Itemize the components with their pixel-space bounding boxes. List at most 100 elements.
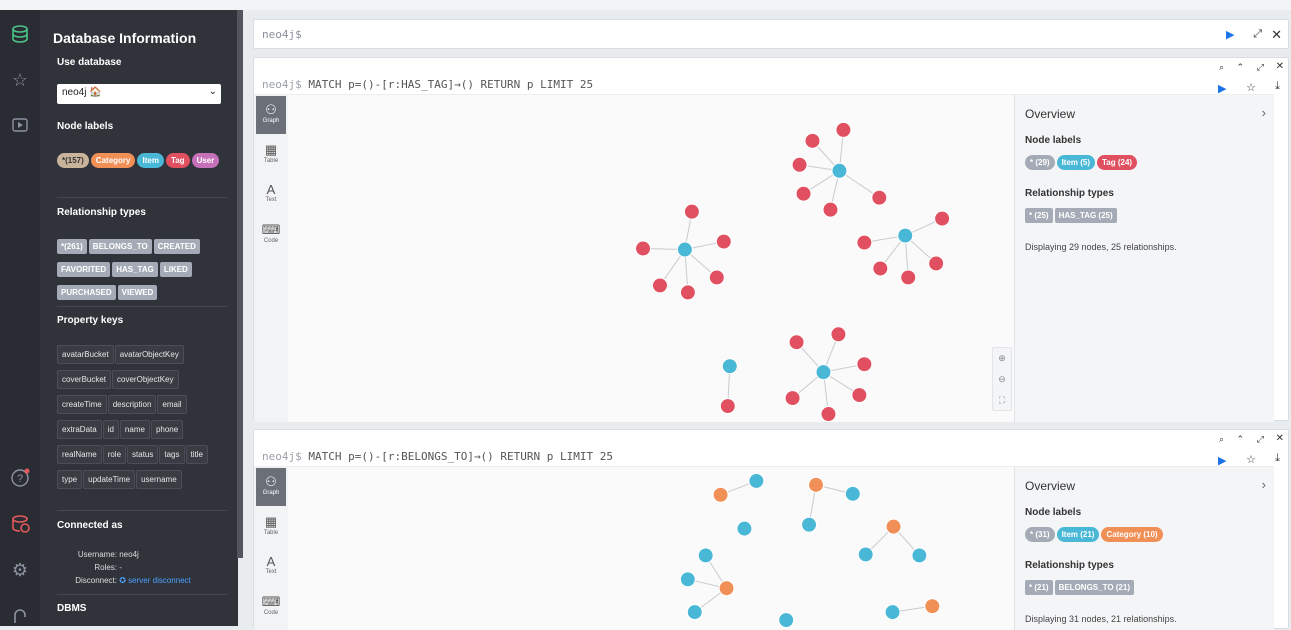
property-key-chip[interactable]: title [185, 445, 208, 464]
relationship-type-chip[interactable]: HAS_TAG [112, 262, 158, 277]
pin-icon[interactable]: ⌕ [1219, 62, 1224, 73]
category-node[interactable] [718, 580, 735, 597]
property-key-chip[interactable]: name [119, 420, 150, 439]
property-key-chip[interactable]: role [102, 445, 127, 464]
category-node[interactable] [712, 486, 729, 503]
close-frame-icon[interactable]: ✕ [1276, 433, 1284, 444]
relationship-type-chip[interactable]: CREATED [153, 239, 200, 254]
property-key-chip[interactable]: email [157, 395, 187, 414]
item-node[interactable] [857, 546, 874, 563]
run-query-button[interactable]: ▶ [1226, 28, 1238, 41]
item-node[interactable] [801, 516, 818, 533]
tag-node[interactable] [871, 189, 888, 206]
tab-table[interactable]: ▦ Table [256, 508, 286, 546]
overview-node-label-pill[interactable]: Item (21) [1056, 527, 1100, 542]
overview-node-label-pill[interactable]: Tag (24) [1097, 155, 1138, 170]
property-key-chip[interactable]: username [136, 470, 182, 489]
tag-node[interactable] [856, 234, 873, 251]
relationship-type-chip[interactable]: BELONGS_TO [88, 239, 152, 254]
tag-node[interactable] [683, 203, 700, 220]
node-label-pill[interactable]: User [191, 153, 220, 168]
tag-node[interactable] [795, 185, 812, 202]
close-frame-icon[interactable]: ✕ [1276, 61, 1284, 72]
tag-node[interactable] [820, 406, 837, 422]
node-label-pill[interactable]: Item [137, 153, 164, 168]
tag-node[interactable] [635, 240, 652, 257]
help-icon[interactable]: ? [8, 466, 32, 490]
plugin-icon[interactable] [8, 604, 32, 628]
item-node[interactable] [815, 364, 832, 381]
tag-node[interactable] [652, 277, 668, 294]
rerun-query-button[interactable]: ▶ [1218, 82, 1230, 95]
overview-relationship-chip[interactable]: * (21) [1025, 580, 1053, 595]
fullscreen-icon[interactable]: ⤢ [1257, 62, 1264, 73]
overview-relationship-chip[interactable]: HAS_TAG (25) [1054, 208, 1117, 223]
property-key-chip[interactable]: id [102, 420, 119, 439]
frame-query[interactable]: neo4j$ MATCH p=()-[r:HAS_TAG]→() RETURN … [262, 78, 593, 91]
tag-node[interactable] [822, 201, 839, 218]
property-key-chip[interactable]: avatarBucket [57, 345, 114, 364]
overview-relationship-chip[interactable]: * (25) [1025, 208, 1053, 223]
star-icon[interactable]: ☆ [8, 68, 32, 92]
item-node[interactable] [778, 612, 795, 629]
item-node[interactable] [679, 571, 696, 588]
category-node[interactable] [808, 476, 824, 493]
tag-node[interactable] [708, 269, 725, 286]
property-key-chip[interactable]: status [127, 445, 159, 464]
overview-node-label-pill[interactable]: Category (10) [1101, 527, 1163, 542]
collapse-icon[interactable]: ⌃ [1236, 434, 1244, 445]
tag-node[interactable] [934, 210, 951, 227]
item-node[interactable] [686, 604, 703, 621]
item-node[interactable] [911, 547, 928, 564]
tag-node[interactable] [679, 284, 696, 301]
graph-canvas[interactable] [290, 467, 1020, 630]
connection-status-icon[interactable] [8, 512, 32, 536]
tag-node[interactable] [856, 356, 873, 373]
item-node[interactable] [884, 604, 901, 621]
favorite-star-icon[interactable]: ☆ [1246, 453, 1256, 466]
tag-node[interactable] [719, 398, 736, 415]
item-node[interactable] [844, 485, 861, 502]
download-icon[interactable]: ⤓ [1275, 80, 1280, 93]
play-tutorial-icon[interactable] [8, 114, 32, 138]
property-key-chip[interactable]: extraData [57, 420, 102, 439]
relationship-type-chip[interactable]: LIKED [159, 262, 192, 277]
zoom-out-icon[interactable]: ⊖ [993, 369, 1011, 390]
pin-icon[interactable]: ⌕ [1219, 434, 1224, 445]
node-label-pill[interactable]: Category [90, 153, 136, 168]
tag-node[interactable] [788, 334, 805, 351]
fullscreen-icon[interactable]: ⤢ [1257, 434, 1264, 445]
tag-node[interactable] [784, 390, 801, 407]
tab-table[interactable]: ▦ Table [256, 136, 286, 174]
category-node[interactable] [885, 518, 902, 535]
collapse-icon[interactable]: ⌃ [1236, 62, 1244, 73]
item-node[interactable] [721, 358, 738, 375]
favorite-star-icon[interactable]: ☆ [1246, 81, 1256, 94]
tag-node[interactable] [851, 387, 868, 404]
tab-text[interactable]: A Text [256, 548, 286, 586]
server-disconnect-link[interactable]: server disconnect [128, 576, 191, 585]
tab-code[interactable]: ⌨ Code [256, 588, 286, 626]
tag-node[interactable] [791, 156, 808, 173]
tab-text[interactable]: A Text [256, 176, 286, 214]
property-key-chip[interactable]: coverBucket [57, 370, 112, 389]
node-label-pill[interactable]: *(157) [57, 153, 89, 168]
tag-node[interactable] [900, 269, 917, 286]
item-node[interactable] [697, 547, 714, 564]
query-editor[interactable]: neo4j$ ▶ ⤢ ✕ [253, 19, 1289, 49]
item-node[interactable] [897, 227, 914, 244]
property-key-chip[interactable]: updateTime [83, 470, 136, 489]
tab-graph[interactable]: ⚇ Graph [256, 468, 286, 506]
tag-node[interactable] [835, 121, 852, 138]
item-node[interactable] [736, 520, 753, 537]
relationship-type-chip[interactable]: FAVORITED [57, 262, 111, 277]
zoom-in-icon[interactable]: ⊕ [993, 348, 1011, 369]
relationship-type-chip[interactable]: PURCHASED [57, 285, 116, 300]
database-select[interactable]: neo4j 🏠 ⌄ [57, 84, 221, 104]
frame-query[interactable]: neo4j$ MATCH p=()-[r:BELONGS_TO]→() RETU… [262, 450, 613, 463]
property-key-chip[interactable]: description [107, 395, 157, 414]
overview-node-label-pill[interactable]: * (29) [1025, 155, 1055, 170]
clear-editor-icon[interactable]: ✕ [1271, 27, 1282, 43]
tab-graph[interactable]: ⚇ Graph [256, 96, 286, 134]
download-icon[interactable]: ⤓ [1275, 452, 1280, 465]
